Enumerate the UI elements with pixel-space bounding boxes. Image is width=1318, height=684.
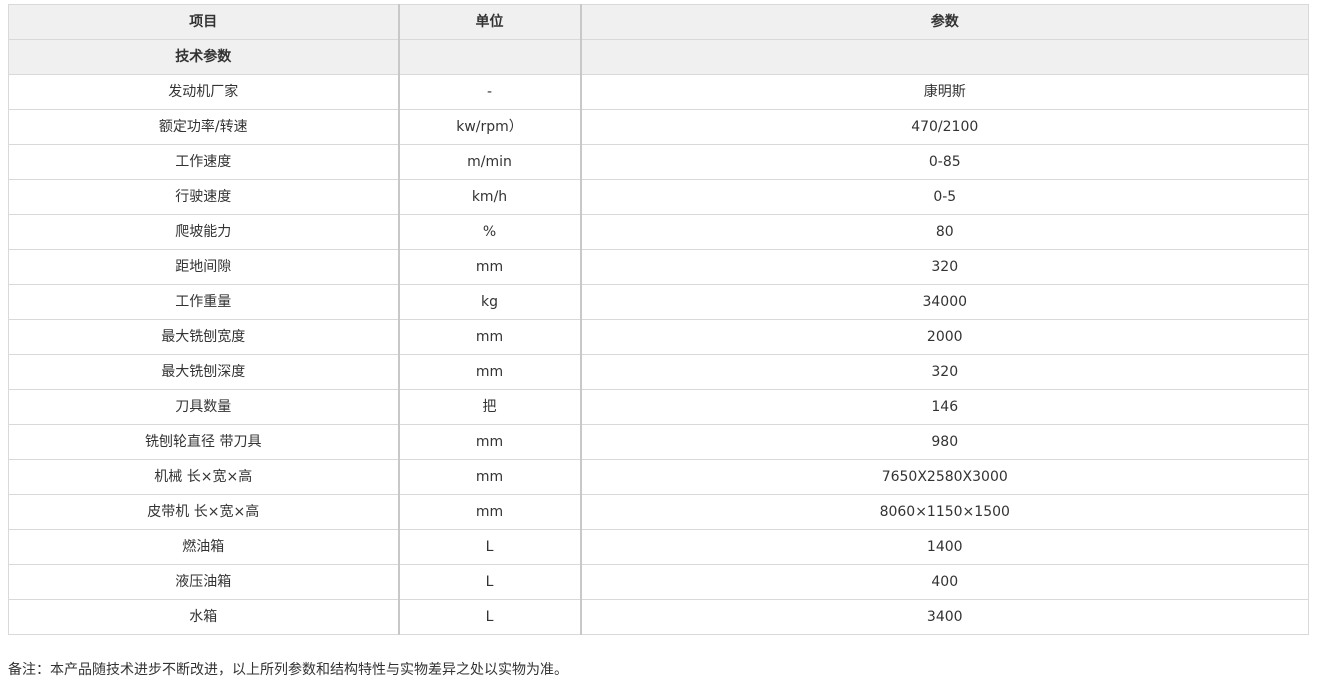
header-value: 参数 — [580, 4, 1309, 40]
row-item: 刀具数量 — [8, 389, 400, 425]
table-row: 刀具数量把 146 — [8, 389, 1309, 425]
row-item: 铣刨轮直径 带刀具 — [8, 424, 400, 460]
table-row: 发动机厂家 - 康明斯 — [8, 74, 1309, 110]
row-item: 最大铣刨宽度 — [8, 319, 400, 355]
table-row: 最大铣刨深度 mm 320 — [8, 354, 1309, 390]
table-row: 水箱 L 3400 — [8, 599, 1309, 635]
row-unit: L — [398, 564, 582, 600]
row-item: 水箱 — [8, 599, 400, 635]
table-row: 液压油箱 L 400 — [8, 564, 1309, 600]
row-unit: L — [398, 599, 582, 635]
row-item: 额定功率/转速 — [8, 109, 400, 145]
row-unit: m/min — [398, 144, 582, 180]
row-unit: kg — [398, 284, 582, 320]
header-item: 项目 — [8, 4, 400, 40]
spec-table: 项目 单位 参数 技术参数 发动机厂家 - 康明斯 额定功率/转速 kw/rpm） 470… — [8, 4, 1309, 635]
table-row: 机械 长×宽×高 mm 7650X2580X3000 — [8, 459, 1309, 495]
row-value: 980 — [580, 424, 1309, 460]
section-row: 技术参数 — [8, 39, 1309, 75]
table-row: 行驶速度 km/h 0-5 — [8, 179, 1309, 215]
spec-table-header: 项目 单位 参数 — [8, 4, 1309, 40]
row-unit: - — [398, 74, 582, 110]
table-row: 工作速度 m/min 0-85 — [8, 144, 1309, 180]
row-unit: mm — [398, 459, 582, 495]
row-unit: % — [398, 214, 582, 250]
row-unit: kw/rpm） — [398, 109, 582, 145]
row-item: 液压油箱 — [8, 564, 400, 600]
section-value-empty — [580, 39, 1309, 75]
table-row: 最大铣刨宽度 mm 2000 — [8, 319, 1309, 355]
row-item: 距地间隙 — [8, 249, 400, 285]
row-item: 工作重量 — [8, 284, 400, 320]
header-row: 项目 单位 参数 — [8, 4, 1309, 40]
row-unit: mm — [398, 354, 582, 390]
row-item: 爬坡能力 — [8, 214, 400, 250]
row-value: 3400 — [580, 599, 1309, 635]
footnote: 备注：本产品随技术进步不断改进，以上所列参数和结构特性与实物差异之处以实物为准。 — [8, 662, 568, 678]
table-row: 铣刨轮直径 带刀具 mm 980 — [8, 424, 1309, 460]
row-unit: L — [398, 529, 582, 565]
row-value: 80 — [580, 214, 1309, 250]
spec-table-container: 项目 单位 参数 技术参数 发动机厂家 - 康明斯 额定功率/转速 kw/rpm） 470… — [8, 4, 1309, 635]
row-item: 发动机厂家 — [8, 74, 400, 110]
row-value: 8060×1150×1500 — [580, 494, 1309, 530]
table-row: 爬坡能力% 80 — [8, 214, 1309, 250]
table-row: 距地间隙 mm 320 — [8, 249, 1309, 285]
row-item: 机械 长×宽×高 — [8, 459, 400, 495]
row-unit: mm — [398, 319, 582, 355]
table-row: 工作重量 kg 34000 — [8, 284, 1309, 320]
row-value: 146 — [580, 389, 1309, 425]
row-value: 320 — [580, 249, 1309, 285]
row-item: 最大铣刨深度 — [8, 354, 400, 390]
section-unit-empty — [398, 39, 582, 75]
row-value: 7650X2580X3000 — [580, 459, 1309, 495]
header-unit: 单位 — [398, 4, 582, 40]
row-item: 工作速度 — [8, 144, 400, 180]
row-unit: km/h — [398, 179, 582, 215]
row-value: 400 — [580, 564, 1309, 600]
row-unit: mm — [398, 424, 582, 460]
row-unit: 把 — [398, 389, 582, 425]
table-row: 皮带机 长×宽×高 mm 8060×1150×1500 — [8, 494, 1309, 530]
spec-table-body: 技术参数 发动机厂家 - 康明斯 额定功率/转速 kw/rpm） 470/2100 工作速度… — [8, 39, 1309, 635]
table-row: 额定功率/转速 kw/rpm） 470/2100 — [8, 109, 1309, 145]
row-value: 34000 — [580, 284, 1309, 320]
row-value: 2000 — [580, 319, 1309, 355]
row-item: 行驶速度 — [8, 179, 400, 215]
row-item: 燃油箱 — [8, 529, 400, 565]
table-row: 燃油箱 L 1400 — [8, 529, 1309, 565]
row-value: 320 — [580, 354, 1309, 390]
row-value: 470/2100 — [580, 109, 1309, 145]
row-item: 皮带机 长×宽×高 — [8, 494, 400, 530]
row-unit: mm — [398, 494, 582, 530]
row-value: 0-85 — [580, 144, 1309, 180]
row-value: 康明斯 — [580, 74, 1309, 110]
row-value: 0-5 — [580, 179, 1309, 215]
row-value: 1400 — [580, 529, 1309, 565]
row-unit: mm — [398, 249, 582, 285]
section-title: 技术参数 — [8, 39, 400, 75]
